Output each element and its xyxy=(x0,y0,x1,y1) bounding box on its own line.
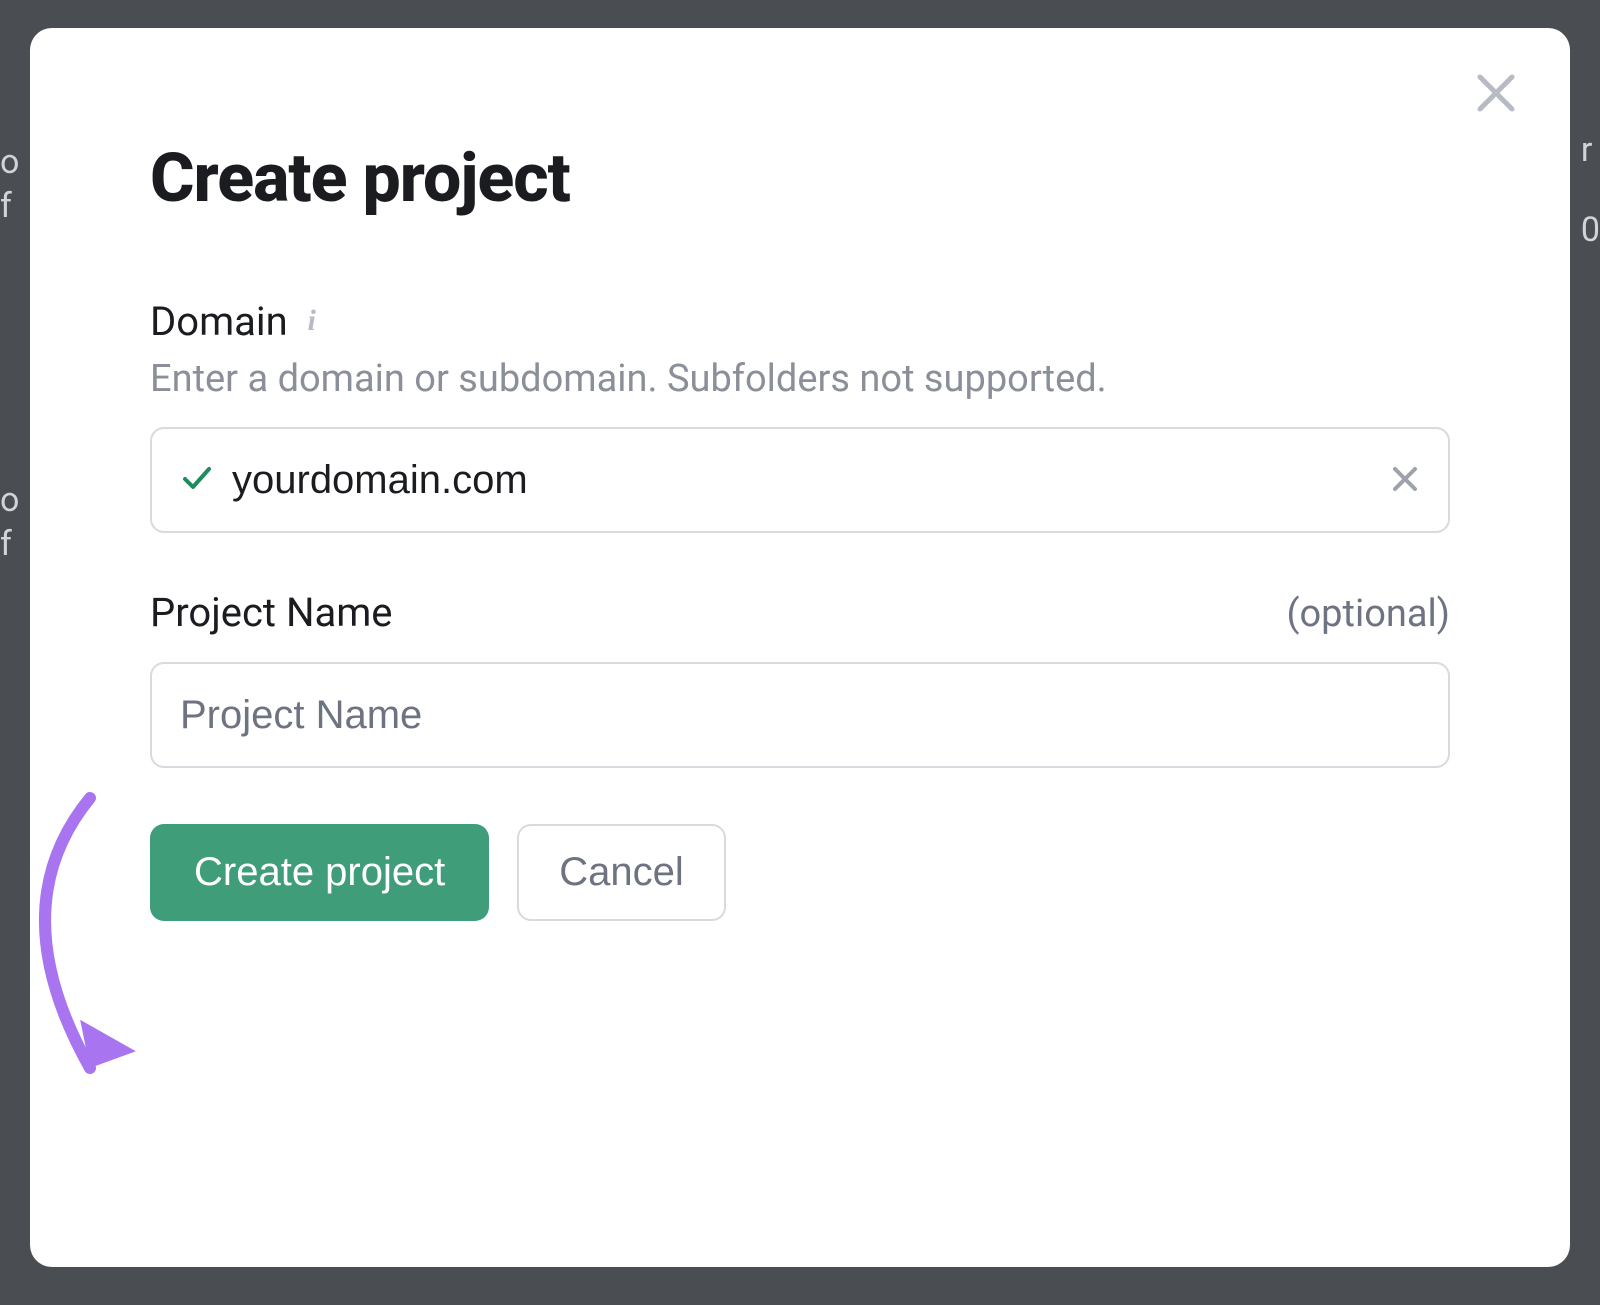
domain-helper-text: Enter a domain or subdomain. Subfolders … xyxy=(150,357,1450,401)
clear-domain-button[interactable] xyxy=(1390,464,1420,497)
backdrop-fragment: r0 xyxy=(1581,130,1600,250)
cancel-button[interactable]: Cancel xyxy=(517,824,726,921)
backdrop-fragment: of xyxy=(0,478,19,566)
dialog-title: Create project xyxy=(150,138,1450,218)
project-name-input[interactable] xyxy=(180,664,1420,766)
check-icon xyxy=(180,461,214,499)
project-name-field-group: Project Name (optional) xyxy=(150,589,1450,768)
domain-field-group: Domain i Enter a domain or subdomain. Su… xyxy=(150,298,1450,533)
domain-input-wrap xyxy=(150,427,1450,533)
project-name-input-wrap xyxy=(150,662,1450,768)
create-project-dialog: Create project Domain i Enter a domain o… xyxy=(30,28,1570,1267)
create-project-button[interactable]: Create project xyxy=(150,824,489,921)
x-icon xyxy=(1390,464,1420,497)
info-icon[interactable]: i xyxy=(300,306,324,338)
close-button[interactable] xyxy=(1468,66,1524,122)
dialog-button-row: Create project Cancel xyxy=(150,824,1450,921)
backdrop-fragment: of xyxy=(0,140,19,228)
domain-label: Domain xyxy=(150,298,288,345)
optional-label: (optional) xyxy=(1287,592,1451,636)
project-name-label: Project Name xyxy=(150,589,393,636)
close-icon xyxy=(1472,69,1520,120)
domain-input[interactable] xyxy=(232,429,1372,531)
